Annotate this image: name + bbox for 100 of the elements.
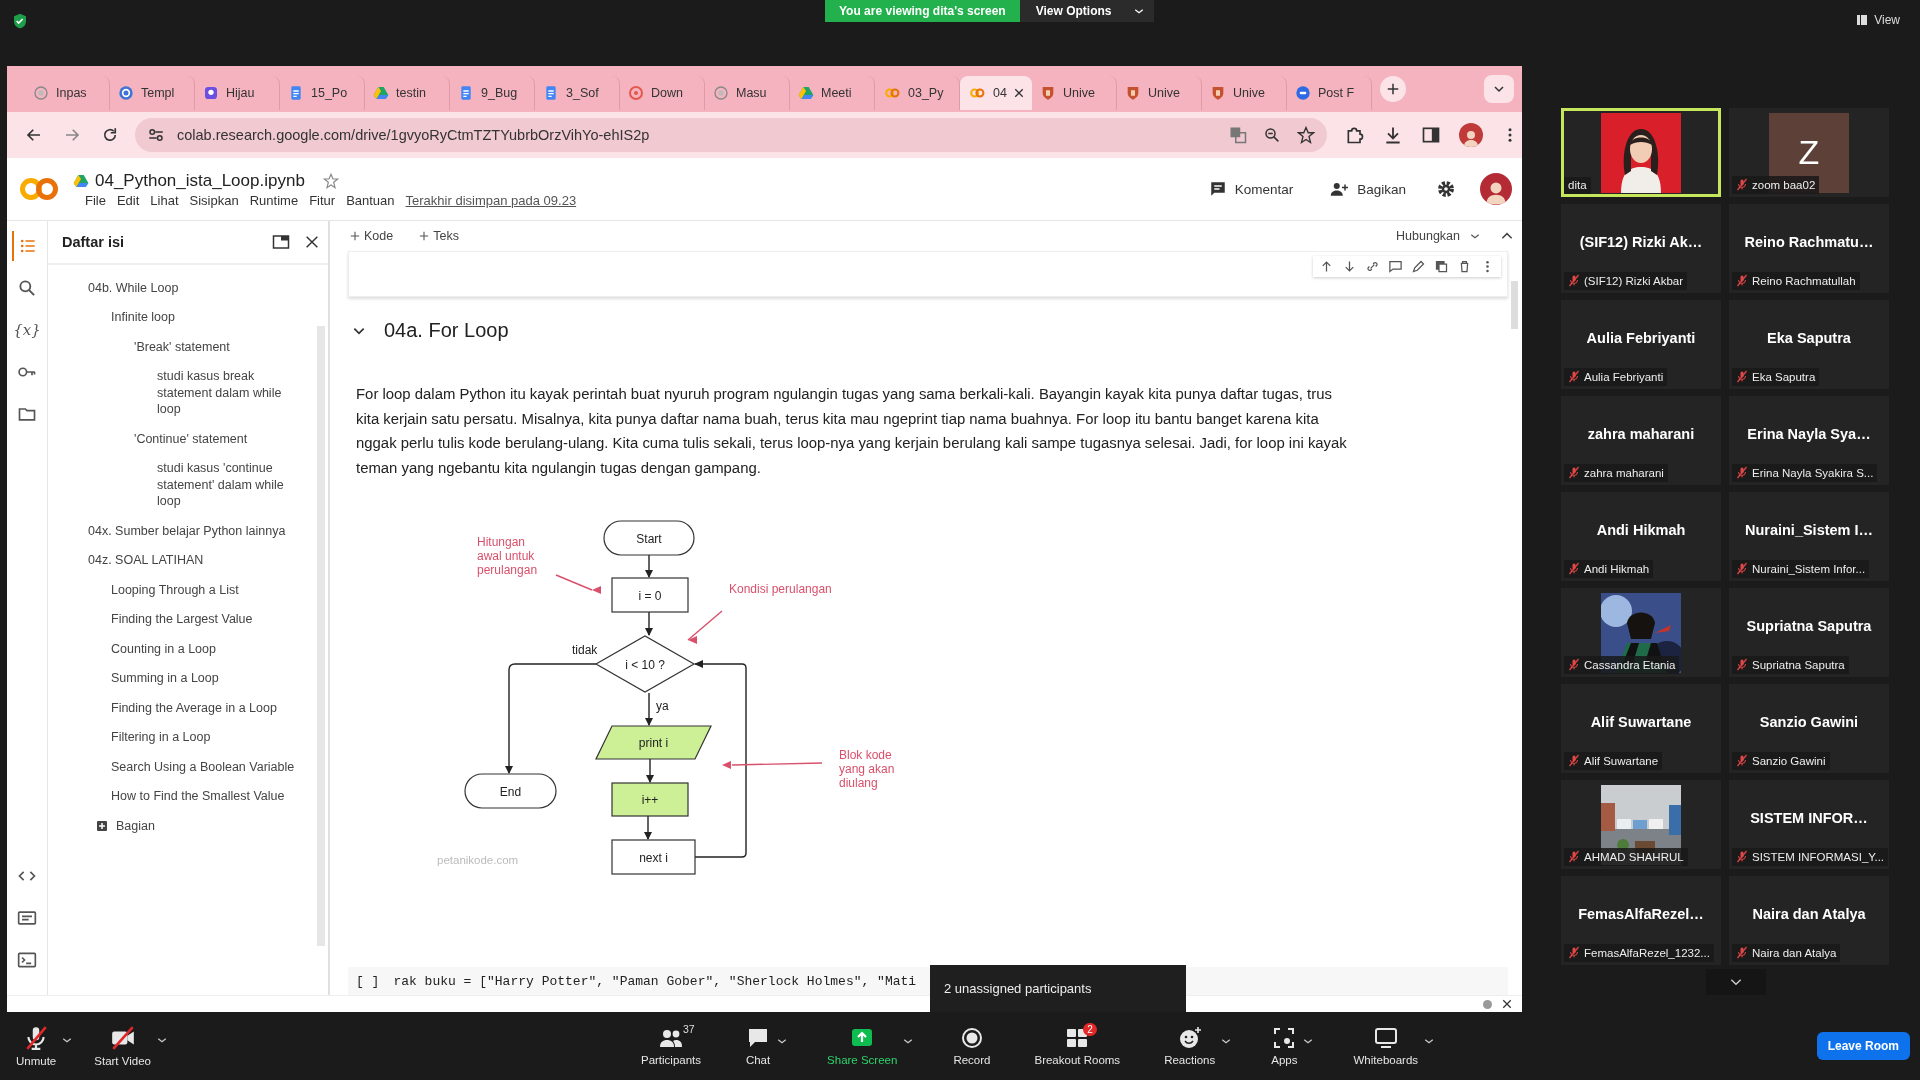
toolbar-button[interactable]: Unmute xyxy=(12,1025,61,1067)
edit-icon[interactable] xyxy=(1411,259,1426,274)
toc-entry[interactable]: Looping Through a List xyxy=(48,575,304,605)
browser-tab[interactable]: Inpas xyxy=(25,76,110,110)
video-tile[interactable]: Alif Suwartane Alif Suwartane xyxy=(1561,684,1721,773)
close-icon[interactable] xyxy=(1014,88,1024,98)
video-tile[interactable]: zahra maharani zahra maharani xyxy=(1561,396,1721,485)
caret-icon[interactable] xyxy=(1424,1036,1435,1046)
video-tile[interactable]: Andi Hikmah Andi Hikmah xyxy=(1561,492,1721,581)
video-tile[interactable]: Reino Rachmatu… Reino Rachmatullah xyxy=(1729,204,1889,293)
side-panel-icon[interactable] xyxy=(1421,125,1441,145)
video-tile[interactable]: Aulia Febriyanti Aulia Febriyanti xyxy=(1561,300,1721,389)
toc-entry[interactable]: 04x. Sumber belajar Python lainnya xyxy=(48,516,304,546)
menu-item[interactable]: Edit xyxy=(116,192,140,208)
new-tab-button[interactable] xyxy=(1380,76,1406,102)
move-down-icon[interactable] xyxy=(1342,259,1357,274)
menu-item[interactable]: Sisipkan xyxy=(189,192,239,208)
browser-tab[interactable]: 04 xyxy=(960,76,1032,110)
toc-entry[interactable]: Filtering in a Loop xyxy=(48,722,304,752)
video-tile[interactable]: FemasAlfaRezel… FemasAlfaRezel_1232... xyxy=(1561,876,1721,965)
browser-tab[interactable]: Masu xyxy=(705,76,790,110)
video-tile[interactable]: Cassandra Etania xyxy=(1561,588,1721,677)
address-bar[interactable]: colab.research.google.com/drive/1gvyoRyCtmTZTYubrbOrzVihYo-ehIS2p xyxy=(135,118,1327,152)
add-cell-button[interactable]: Kode xyxy=(344,228,400,244)
comment-icon[interactable] xyxy=(1388,259,1403,274)
zoom-out-icon[interactable] xyxy=(1263,126,1281,144)
toolbar-button[interactable]: Record xyxy=(949,1026,995,1066)
video-tile[interactable]: Nuraini_Sistem I… Nuraini_Sistem Infor... xyxy=(1729,492,1889,581)
toc-entry[interactable]: Finding the Average in a Loop xyxy=(48,693,304,723)
menu-item[interactable]: Runtime xyxy=(249,192,299,208)
caret-icon[interactable] xyxy=(62,1035,73,1045)
notebook-title[interactable]: 04_Python_ista_Loop.ipynb xyxy=(95,170,305,191)
leave-button[interactable]: Leave Room xyxy=(1816,1032,1910,1060)
video-tile[interactable]: Supriatna Saputra Supriatna Saputra xyxy=(1729,588,1889,677)
toc-entry[interactable]: Counting in a Loop xyxy=(48,634,304,664)
view-options-button[interactable]: View Options xyxy=(1019,0,1154,22)
menu-item[interactable]: Bantuan xyxy=(346,192,395,208)
browser-tab[interactable]: Down xyxy=(620,76,705,110)
toc-entry[interactable]: 'Continue' statement xyxy=(48,424,304,454)
video-tile[interactable]: Erina Nayla Sya… Erina Nayla Syakira S... xyxy=(1729,396,1889,485)
menu-item[interactable]: Lihat xyxy=(150,192,179,208)
video-tile[interactable]: dita xyxy=(1561,108,1721,197)
browser-tab[interactable]: Hijau xyxy=(195,76,280,110)
add-cell-button[interactable]: Teks xyxy=(413,228,465,244)
close-icon[interactable] xyxy=(1502,999,1512,1009)
video-tile[interactable]: AHMAD SHAHRUL xyxy=(1561,780,1721,869)
video-tile[interactable]: SISTEM INFOR… SISTEM INFORMASI_Y... xyxy=(1729,780,1889,869)
toc-entry[interactable]: Finding the Largest Value xyxy=(48,604,304,634)
browser-tab[interactable]: Unive xyxy=(1202,76,1287,110)
toc-entry[interactable]: Search Using a Boolean Variable xyxy=(48,752,304,782)
toc-entry[interactable]: studi kasus break statement dalam while loop xyxy=(48,361,304,424)
translate-icon[interactable] xyxy=(1229,126,1247,144)
run-prompt[interactable]: [ ] xyxy=(356,973,380,989)
toc-entry[interactable]: 04b. While Loop xyxy=(48,273,304,303)
share-button[interactable]: Bagikan xyxy=(1323,179,1412,199)
menu-item[interactable]: File xyxy=(85,192,106,208)
whiteboard-icon[interactable] xyxy=(1372,1026,1399,1050)
caret-icon[interactable] xyxy=(1221,1036,1232,1046)
toolbar-button[interactable]: Apps xyxy=(1267,1026,1302,1066)
video-tile[interactable]: Z zoom baa02 xyxy=(1729,108,1889,197)
caret-icon[interactable] xyxy=(1303,1036,1314,1046)
download-icon[interactable] xyxy=(1383,125,1403,145)
puzzle-icon[interactable] xyxy=(1345,125,1365,145)
browser-tab[interactable]: Unive xyxy=(1032,76,1117,110)
caret-icon[interactable] xyxy=(156,1035,167,1045)
settings-icon[interactable] xyxy=(1436,179,1456,199)
toolbar-button[interactable]: Reactions xyxy=(1160,1026,1220,1066)
toc-entry[interactable]: 04z. SOAL LATIHAN xyxy=(48,545,304,575)
caret-icon[interactable] xyxy=(903,1036,914,1046)
toolbar-button[interactable]: Chat xyxy=(741,1026,776,1066)
toolbar-button[interactable]: Share Screen xyxy=(823,1026,902,1066)
toc-entry[interactable]: How to Find the Smallest Value xyxy=(48,781,304,811)
variables-button[interactable]: {x} xyxy=(12,315,42,345)
video-tile[interactable]: Eka Saputra Eka Saputra xyxy=(1729,300,1889,389)
open-in-tab-icon[interactable] xyxy=(272,233,290,251)
video-tile[interactable]: Naira dan Atalya Naira dan Atalya xyxy=(1729,876,1889,965)
scrollbar[interactable] xyxy=(1511,281,1518,329)
video-tile[interactable]: (SIF12) Rizki Ak… (SIF12) Rizki Akbar xyxy=(1561,204,1721,293)
browser-tab[interactable]: 15_Po xyxy=(280,76,365,110)
browser-tab[interactable]: Post F xyxy=(1287,76,1372,110)
scrollbar[interactable] xyxy=(317,326,325,946)
link-icon[interactable] xyxy=(1365,259,1380,274)
connect-button[interactable]: Hubungkan xyxy=(1390,228,1486,244)
video-tile[interactable]: Sanzio Gawini Sanzio Gawini xyxy=(1729,684,1889,773)
tab-list-button[interactable] xyxy=(1484,75,1514,103)
caret-icon[interactable] xyxy=(1133,6,1144,16)
toolbar-button[interactable]: Whiteboards xyxy=(1349,1026,1423,1066)
toc-entry[interactable]: studi kasus 'continue statement' dalam while loop xyxy=(48,453,304,516)
close-icon[interactable] xyxy=(304,234,320,250)
toc-entry[interactable]: Summing in a Loop xyxy=(48,663,304,693)
toc-entry[interactable]: 'Break' statement xyxy=(48,332,304,362)
move-up-icon[interactable] xyxy=(1319,259,1334,274)
browser-tab[interactable]: Templ xyxy=(110,76,195,110)
notebook-cell[interactable] xyxy=(348,251,1508,297)
profile-avatar[interactable] xyxy=(1480,173,1512,205)
toolbar-button[interactable]: 2 Breakout Rooms xyxy=(1030,1026,1125,1066)
add-section-button[interactable]: Bagian xyxy=(48,811,304,833)
last-saved-link[interactable]: Terakhir disimpan pada 09.23 xyxy=(405,192,577,208)
copy-icon[interactable] xyxy=(1434,259,1449,274)
caret-icon[interactable] xyxy=(777,1036,788,1046)
